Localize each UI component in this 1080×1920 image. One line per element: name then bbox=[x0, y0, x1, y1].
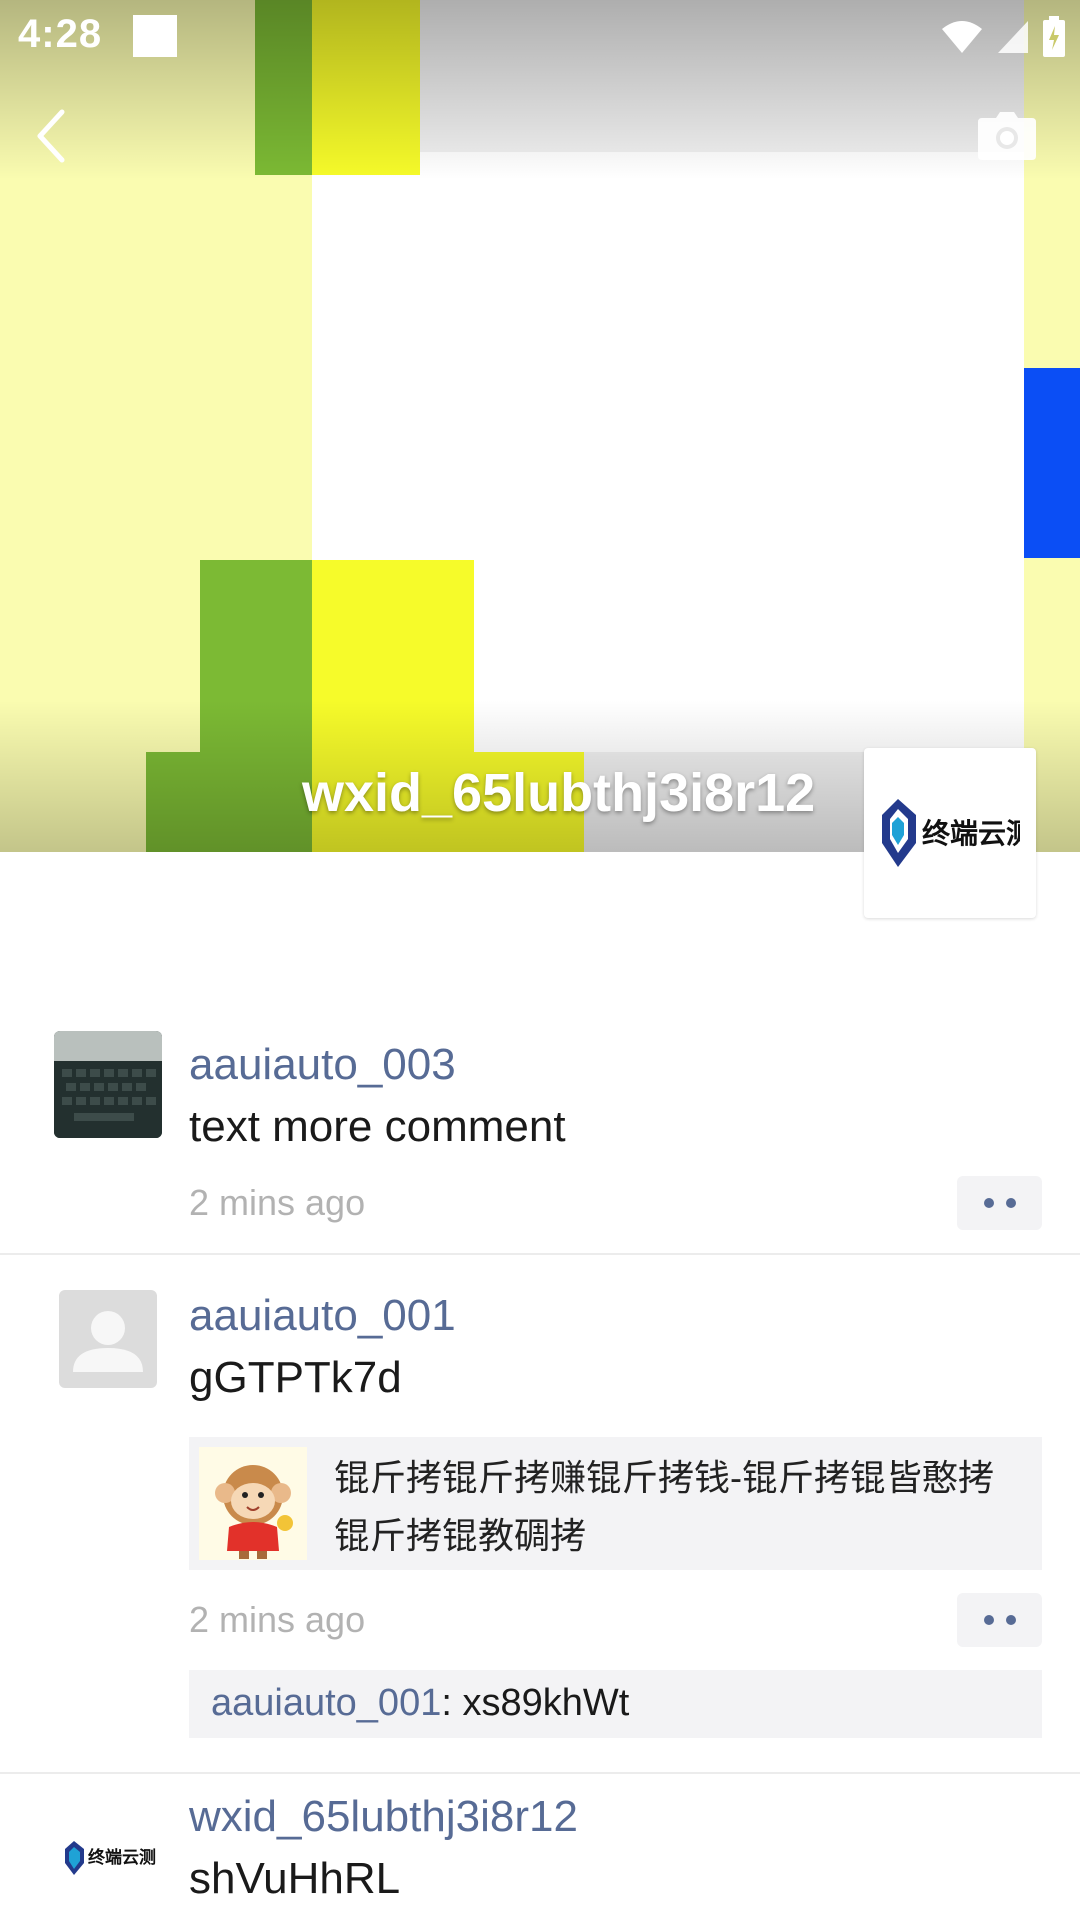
feed-post: 终端云测 wxid_65lubthj3i8r12 shVuHhRL bbox=[0, 1774, 1080, 1920]
comment-box: aauiauto_001: xs89khWt bbox=[189, 1670, 1042, 1738]
comment-separator: : bbox=[441, 1682, 463, 1724]
more-actions-button[interactable] bbox=[957, 1593, 1042, 1647]
profile-avatar[interactable]: 终端云测 bbox=[864, 748, 1036, 918]
notification-icon bbox=[133, 15, 177, 57]
post-username[interactable]: wxid_65lubthj3i8r12 bbox=[189, 1792, 578, 1842]
brand-logo-icon: 终端云测 bbox=[882, 799, 1020, 867]
avatar[interactable] bbox=[54, 1031, 162, 1138]
default-avatar-icon bbox=[73, 1311, 143, 1372]
wifi-icon bbox=[942, 21, 982, 53]
dot-icon bbox=[1005, 1615, 1016, 1625]
camera-button[interactable] bbox=[978, 112, 1036, 160]
status-bar: 4:28 bbox=[0, 0, 1080, 74]
post-username[interactable]: aauiauto_001 bbox=[189, 1291, 456, 1341]
back-button[interactable] bbox=[28, 106, 78, 166]
dot-icon bbox=[1005, 1198, 1016, 1208]
chevron-left-icon bbox=[37, 109, 65, 163]
dot-icon bbox=[983, 1615, 994, 1625]
monkey-sticker-icon bbox=[215, 1465, 293, 1559]
brand-logo-icon: 终端云测 bbox=[65, 1841, 156, 1875]
feed-post: aauiauto_003 text more comment 2 mins ag… bbox=[0, 1030, 1080, 1254]
post-timestamp: 2 mins ago bbox=[189, 1182, 366, 1223]
status-time: 4:28 bbox=[18, 12, 103, 56]
post-timestamp: 2 mins ago bbox=[189, 1599, 366, 1640]
post-username[interactable]: aauiauto_003 bbox=[189, 1040, 456, 1090]
battery-icon bbox=[1043, 16, 1065, 57]
cover-image[interactable] bbox=[0, 0, 1080, 852]
more-actions-button[interactable] bbox=[957, 1176, 1042, 1230]
shared-link-card[interactable]: 锟斤拷锟斤拷赚锟斤拷钱-锟斤拷锟皆憨拷锟斤拷锟教碉拷 bbox=[189, 1437, 1042, 1570]
signal-icon bbox=[998, 21, 1028, 53]
camera-icon bbox=[978, 112, 1036, 160]
brand-logo-text: 终端云测 bbox=[88, 1847, 156, 1868]
comment-text: xs89khWt bbox=[462, 1682, 630, 1724]
comment-username[interactable]: aauiauto_001 bbox=[211, 1682, 441, 1724]
profile-name[interactable]: wxid_65lubthj3i8r12 bbox=[302, 762, 815, 824]
brand-logo-text: 终端云测 bbox=[922, 817, 1020, 850]
post-text: shVuHhRL bbox=[189, 1854, 401, 1903]
dot-icon bbox=[983, 1198, 994, 1208]
avatar[interactable]: 终端云测 bbox=[54, 1801, 162, 1909]
post-text: text more comment bbox=[189, 1102, 566, 1151]
post-text: gGTPTk7d bbox=[189, 1353, 402, 1402]
avatar[interactable] bbox=[59, 1290, 157, 1388]
keyboard-photo-icon bbox=[54, 1031, 162, 1138]
comment-item[interactable]: aauiauto_001: xs89khWt bbox=[211, 1682, 629, 1725]
cover-block bbox=[1024, 368, 1080, 558]
share-title: 锟斤拷锟斤拷赚锟斤拷钱-锟斤拷锟皆憨拷锟斤拷锟教碉拷 bbox=[334, 1457, 994, 1556]
share-thumbnail bbox=[199, 1447, 307, 1560]
feed-post: aauiauto_001 gGTPTk7d 锟斤拷锟斤拷赚锟斤拷钱-锟斤拷锟皆憨… bbox=[0, 1255, 1080, 1773]
